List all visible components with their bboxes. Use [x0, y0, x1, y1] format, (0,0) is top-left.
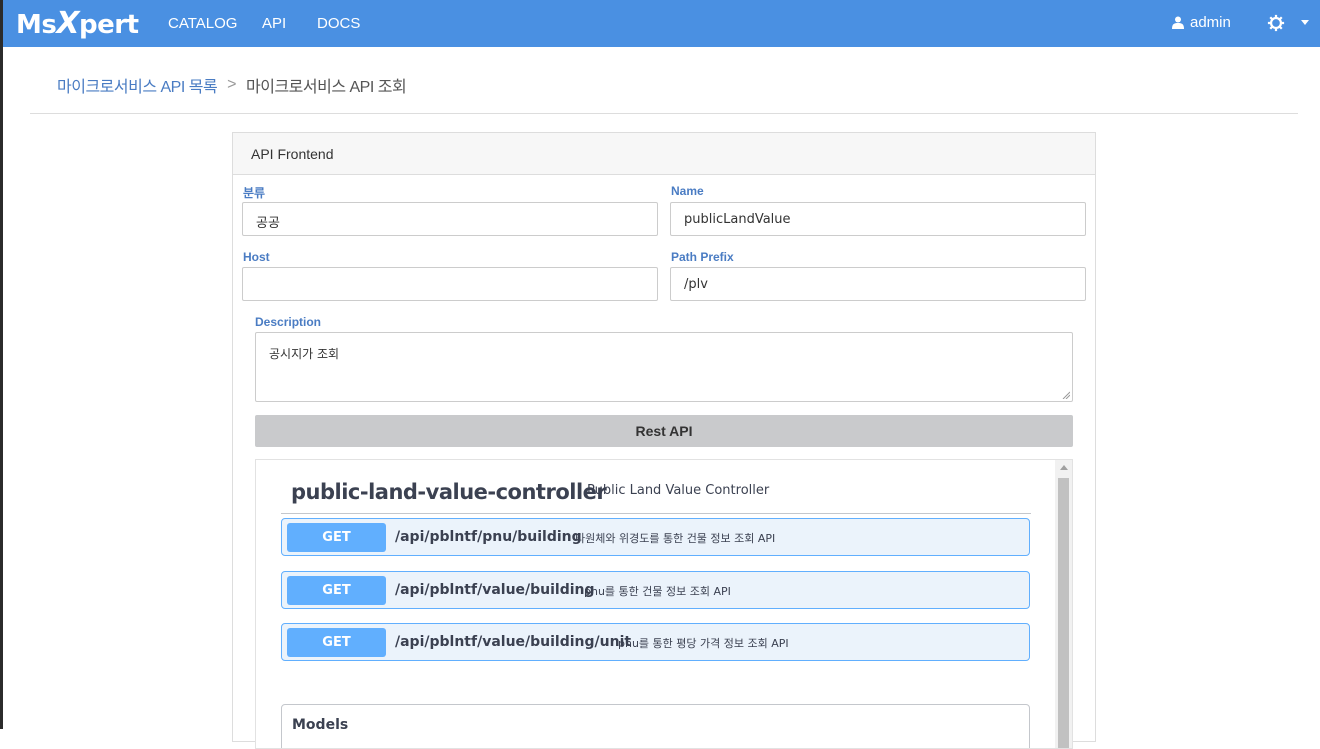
path-prefix-label: Path Prefix — [671, 250, 734, 264]
controller-description: Public Land Value Controller — [587, 483, 770, 498]
scrollbar[interactable] — [1055, 460, 1072, 748]
resize-grip-icon[interactable] — [1062, 391, 1070, 399]
description-field[interactable]: 공시지가 조회 — [255, 332, 1073, 402]
operation-summary: pnu를 통한 건물 정보 조회 API — [584, 585, 731, 598]
category-label: 분류 — [243, 186, 266, 200]
operation-path: /api/pblntf/value/building — [395, 582, 595, 598]
panel-title: API Frontend — [233, 133, 1095, 175]
method-badge: GET — [287, 576, 386, 605]
swagger-ui-frame: public-land-value-controller Public Land… — [255, 459, 1073, 749]
method-badge: GET — [287, 523, 386, 552]
models-title: Models — [292, 717, 349, 733]
description-label: Description — [255, 315, 322, 329]
top-navbar: MsXpert CATALOG API DOCS admin — [3, 0, 1320, 47]
models-section[interactable]: Models — [281, 704, 1030, 748]
user-name: admin — [1190, 14, 1231, 31]
breadcrumb-parent-link[interactable]: 마이크로서비스 API 목록 — [57, 73, 218, 97]
description-text: 공시지가 조회 — [269, 347, 340, 361]
user-icon — [1172, 16, 1184, 29]
chevron-down-icon[interactable] — [1300, 15, 1310, 29]
path-prefix-field[interactable]: /plv — [670, 267, 1086, 301]
breadcrumb-current: 마이크로서비스 API 조회 — [246, 79, 407, 96]
user-menu[interactable]: admin — [1172, 14, 1231, 31]
nav-api[interactable]: API — [262, 15, 286, 32]
operation-path: /api/pblntf/value/building/unit — [395, 634, 632, 650]
window-edge — [0, 0, 3, 729]
host-field[interactable] — [242, 267, 658, 301]
scroll-up-icon[interactable] — [1060, 465, 1068, 470]
nav-catalog[interactable]: CATALOG — [168, 15, 237, 32]
breadcrumb: 마이크로서비스 API 목록 > 마이크로서비스 API 조회 — [57, 73, 407, 97]
operation-row[interactable]: GET /api/pblntf/pnu/building 타원체와 위경도를 통… — [281, 518, 1030, 556]
controller-title[interactable]: public-land-value-controller — [291, 480, 607, 504]
method-badge: GET — [287, 628, 386, 657]
operation-summary: 타원체와 위경도를 통한 건물 정보 조회 API — [575, 532, 776, 545]
gear-icon[interactable] — [1267, 13, 1285, 33]
nav-docs[interactable]: DOCS — [317, 15, 360, 32]
scroll-thumb[interactable] — [1058, 478, 1069, 748]
name-field[interactable]: publicLandValue — [670, 202, 1086, 236]
name-label: Name — [671, 184, 704, 198]
category-field[interactable]: 공공 — [242, 202, 658, 236]
divider — [30, 113, 1298, 114]
logo[interactable]: MsXpert — [16, 6, 139, 41]
api-frontend-panel: API Frontend 분류 공공 Name publicLandValue … — [232, 132, 1096, 749]
operation-path: /api/pblntf/pnu/building — [395, 529, 582, 545]
rest-api-button[interactable]: Rest API — [255, 415, 1073, 447]
operation-row[interactable]: GET /api/pblntf/value/building/unit pnu를… — [281, 623, 1030, 661]
operation-row[interactable]: GET /api/pblntf/value/building pnu를 통한 건… — [281, 571, 1030, 609]
controller-divider — [281, 513, 1031, 514]
host-label: Host — [243, 250, 270, 264]
operation-summary: pnu를 통한 평당 가격 정보 조회 API — [618, 637, 789, 650]
chevron-right-icon: > — [227, 76, 237, 93]
